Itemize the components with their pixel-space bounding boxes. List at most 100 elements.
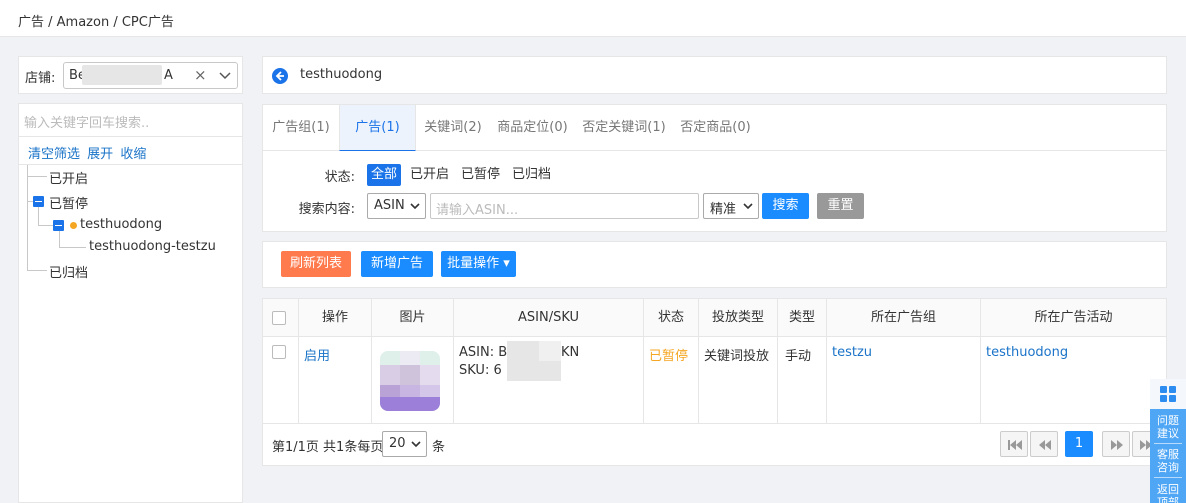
expand-link[interactable]: 展开 — [87, 147, 113, 162]
tab-ad-groups[interactable]: 广告组(1) — [263, 105, 339, 151]
column-header: 类型 — [778, 299, 827, 337]
reset-button[interactable]: 重置 — [817, 193, 864, 219]
tree-line — [59, 247, 86, 248]
shop-selector-panel: 店铺: Be A × — [18, 56, 243, 94]
search-field-select[interactable]: ASIN — [367, 193, 426, 219]
page-title: testhuodong — [300, 67, 383, 82]
asin-value-end: KN — [561, 345, 580, 360]
tree-line — [38, 207, 39, 226]
search-button[interactable]: 搜索 — [762, 193, 809, 219]
pager-summary: 第1/1页 共1条每页 — [272, 440, 384, 455]
chevron-down-icon[interactable] — [217, 67, 233, 83]
type-cell: 手动 — [778, 337, 827, 424]
tree-line — [38, 225, 53, 226]
tab-bar: 广告组(1) 广告(1) 关键词(2) 商品定位(0) 否定关键词(1) 否定商… — [263, 105, 1166, 151]
column-header: 投放类型 — [699, 299, 778, 337]
tab-product-targeting[interactable]: 商品定位(0) — [490, 105, 575, 151]
sku-line: SKU: 6 — [459, 363, 502, 378]
status-paused[interactable]: 已暂停 — [457, 164, 504, 186]
divider — [19, 164, 242, 165]
side-help-widget: 问题建议 客服咨询 返回顶部 — [1150, 379, 1186, 503]
tree-node-group[interactable]: testhuodong-testzu — [89, 239, 216, 254]
prev-page-icon — [1039, 440, 1051, 450]
feedback-button[interactable]: 问题建议 — [1150, 414, 1186, 440]
sku-value-start: 6 — [493, 363, 502, 378]
back-to-top-button[interactable]: 返回顶部 — [1150, 483, 1186, 503]
add-ad-button[interactable]: 新增广告 — [361, 251, 433, 277]
collapse-link[interactable]: 收缩 — [120, 147, 146, 162]
tree-node-campaign[interactable]: testhuodong — [80, 217, 162, 232]
column-header: ASIN/SKU — [454, 299, 644, 337]
first-page-icon — [1008, 440, 1022, 450]
row-checkbox[interactable] — [272, 345, 286, 359]
feedback-label: 问题建议 — [1157, 414, 1179, 440]
clear-icon[interactable]: × — [194, 66, 207, 84]
first-page-button[interactable] — [1000, 431, 1028, 457]
status-all[interactable]: 全部 — [367, 164, 402, 186]
enable-link[interactable]: 启用 — [304, 345, 330, 364]
tree-node-enabled[interactable]: 已开启 — [49, 168, 88, 187]
tab-ads[interactable]: 广告(1) — [339, 105, 416, 151]
status-enabled[interactable]: 已开启 — [406, 164, 453, 186]
campaign-header: testhuodong — [262, 56, 1167, 94]
product-image[interactable] — [380, 351, 440, 411]
status-dot-icon — [70, 222, 77, 229]
customer-service-label: 客服咨询 — [1157, 448, 1179, 474]
shop-value-end: A — [164, 68, 173, 83]
asin-value-start: B — [498, 345, 508, 360]
asin-label: ASIN: — [459, 345, 495, 360]
next-page-button[interactable] — [1102, 431, 1130, 457]
match-mode-select[interactable]: 精准 — [703, 193, 759, 219]
select-all-checkbox[interactable] — [272, 311, 286, 325]
tree-search-placeholder: 输入关键字回车搜索.. — [24, 116, 150, 131]
prev-page-button[interactable] — [1030, 431, 1058, 457]
tab-keywords[interactable]: 关键词(2) — [416, 105, 490, 151]
column-header: 操作 — [299, 299, 372, 337]
tab-negative-keywords[interactable]: 否定关键词(1) — [575, 105, 673, 151]
current-page[interactable]: 1 — [1065, 431, 1093, 457]
pager-unit: 条 — [432, 440, 446, 455]
back-arrow-icon[interactable] — [272, 68, 288, 84]
ad-group-link[interactable]: testzu — [832, 345, 872, 360]
tree-line — [59, 231, 60, 248]
asin-sku-cell: ASIN: B KN SKU: 6 — [454, 337, 644, 424]
customer-service-button[interactable]: 客服咨询 — [1150, 448, 1186, 474]
column-header: 所在广告活动 — [1034, 310, 1113, 325]
collapse-icon[interactable] — [33, 196, 44, 207]
batch-actions-button[interactable]: 批量操作 ▾ — [441, 251, 516, 277]
table-header: 操作 图片 ASIN/SKU 状态 投放类型 类型 所在广告组 所在广告活动 — [263, 299, 1166, 337]
shop-select[interactable]: Be A × — [63, 62, 238, 89]
collapse-icon[interactable] — [53, 220, 64, 231]
campaign-link[interactable]: testhuodong — [986, 345, 1068, 360]
tree-search-input[interactable]: 输入关键字回车搜索.. — [19, 104, 242, 137]
column-header: 状态 — [644, 299, 699, 337]
targeting-value: 关键词投放 — [704, 349, 770, 364]
ad-group-cell: testzu — [827, 337, 981, 424]
refresh-list-button[interactable]: 刷新列表 — [281, 251, 351, 277]
column-header: 所在广告组 — [827, 299, 981, 337]
tree-line — [27, 176, 47, 177]
tree-node-paused[interactable]: 已暂停 — [49, 193, 88, 212]
campaign-tree-panel: 输入关键字回车搜索.. 清空筛选 展开 收缩 已开启 已暂停 testhuodo… — [18, 103, 243, 503]
search-input[interactable]: 请输入ASIN... — [430, 193, 699, 219]
type-value: 手动 — [785, 349, 812, 364]
targeting-cell: 关键词投放 — [699, 337, 778, 424]
match-mode-value: 精准 — [710, 202, 737, 217]
shop-label: 店铺: — [25, 71, 56, 86]
per-page-value: 20 — [389, 436, 406, 451]
tree-links: 清空筛选 展开 收缩 — [28, 143, 149, 162]
tab-negative-products[interactable]: 否定商品(0) — [673, 105, 758, 151]
action-toolbar: 刷新列表 新增广告 批量操作 ▾ — [262, 241, 1167, 288]
status-archived[interactable]: 已归档 — [508, 164, 555, 186]
search-placeholder: 请输入ASIN... — [436, 203, 519, 218]
sku-label: SKU: — [459, 363, 490, 378]
tree-node-archived[interactable]: 已归档 — [49, 262, 88, 281]
tree-line — [27, 270, 47, 271]
ads-table: 操作 图片 ASIN/SKU 状态 投放类型 类型 所在广告组 所在广告活动 启… — [262, 298, 1167, 466]
apps-grid-icon[interactable] — [1150, 379, 1186, 409]
image-cell — [372, 337, 454, 424]
clear-filter-link[interactable]: 清空筛选 — [28, 147, 80, 162]
divider — [1154, 477, 1182, 478]
per-page-select[interactable]: 20 — [382, 431, 427, 457]
chevron-down-icon — [743, 203, 753, 210]
